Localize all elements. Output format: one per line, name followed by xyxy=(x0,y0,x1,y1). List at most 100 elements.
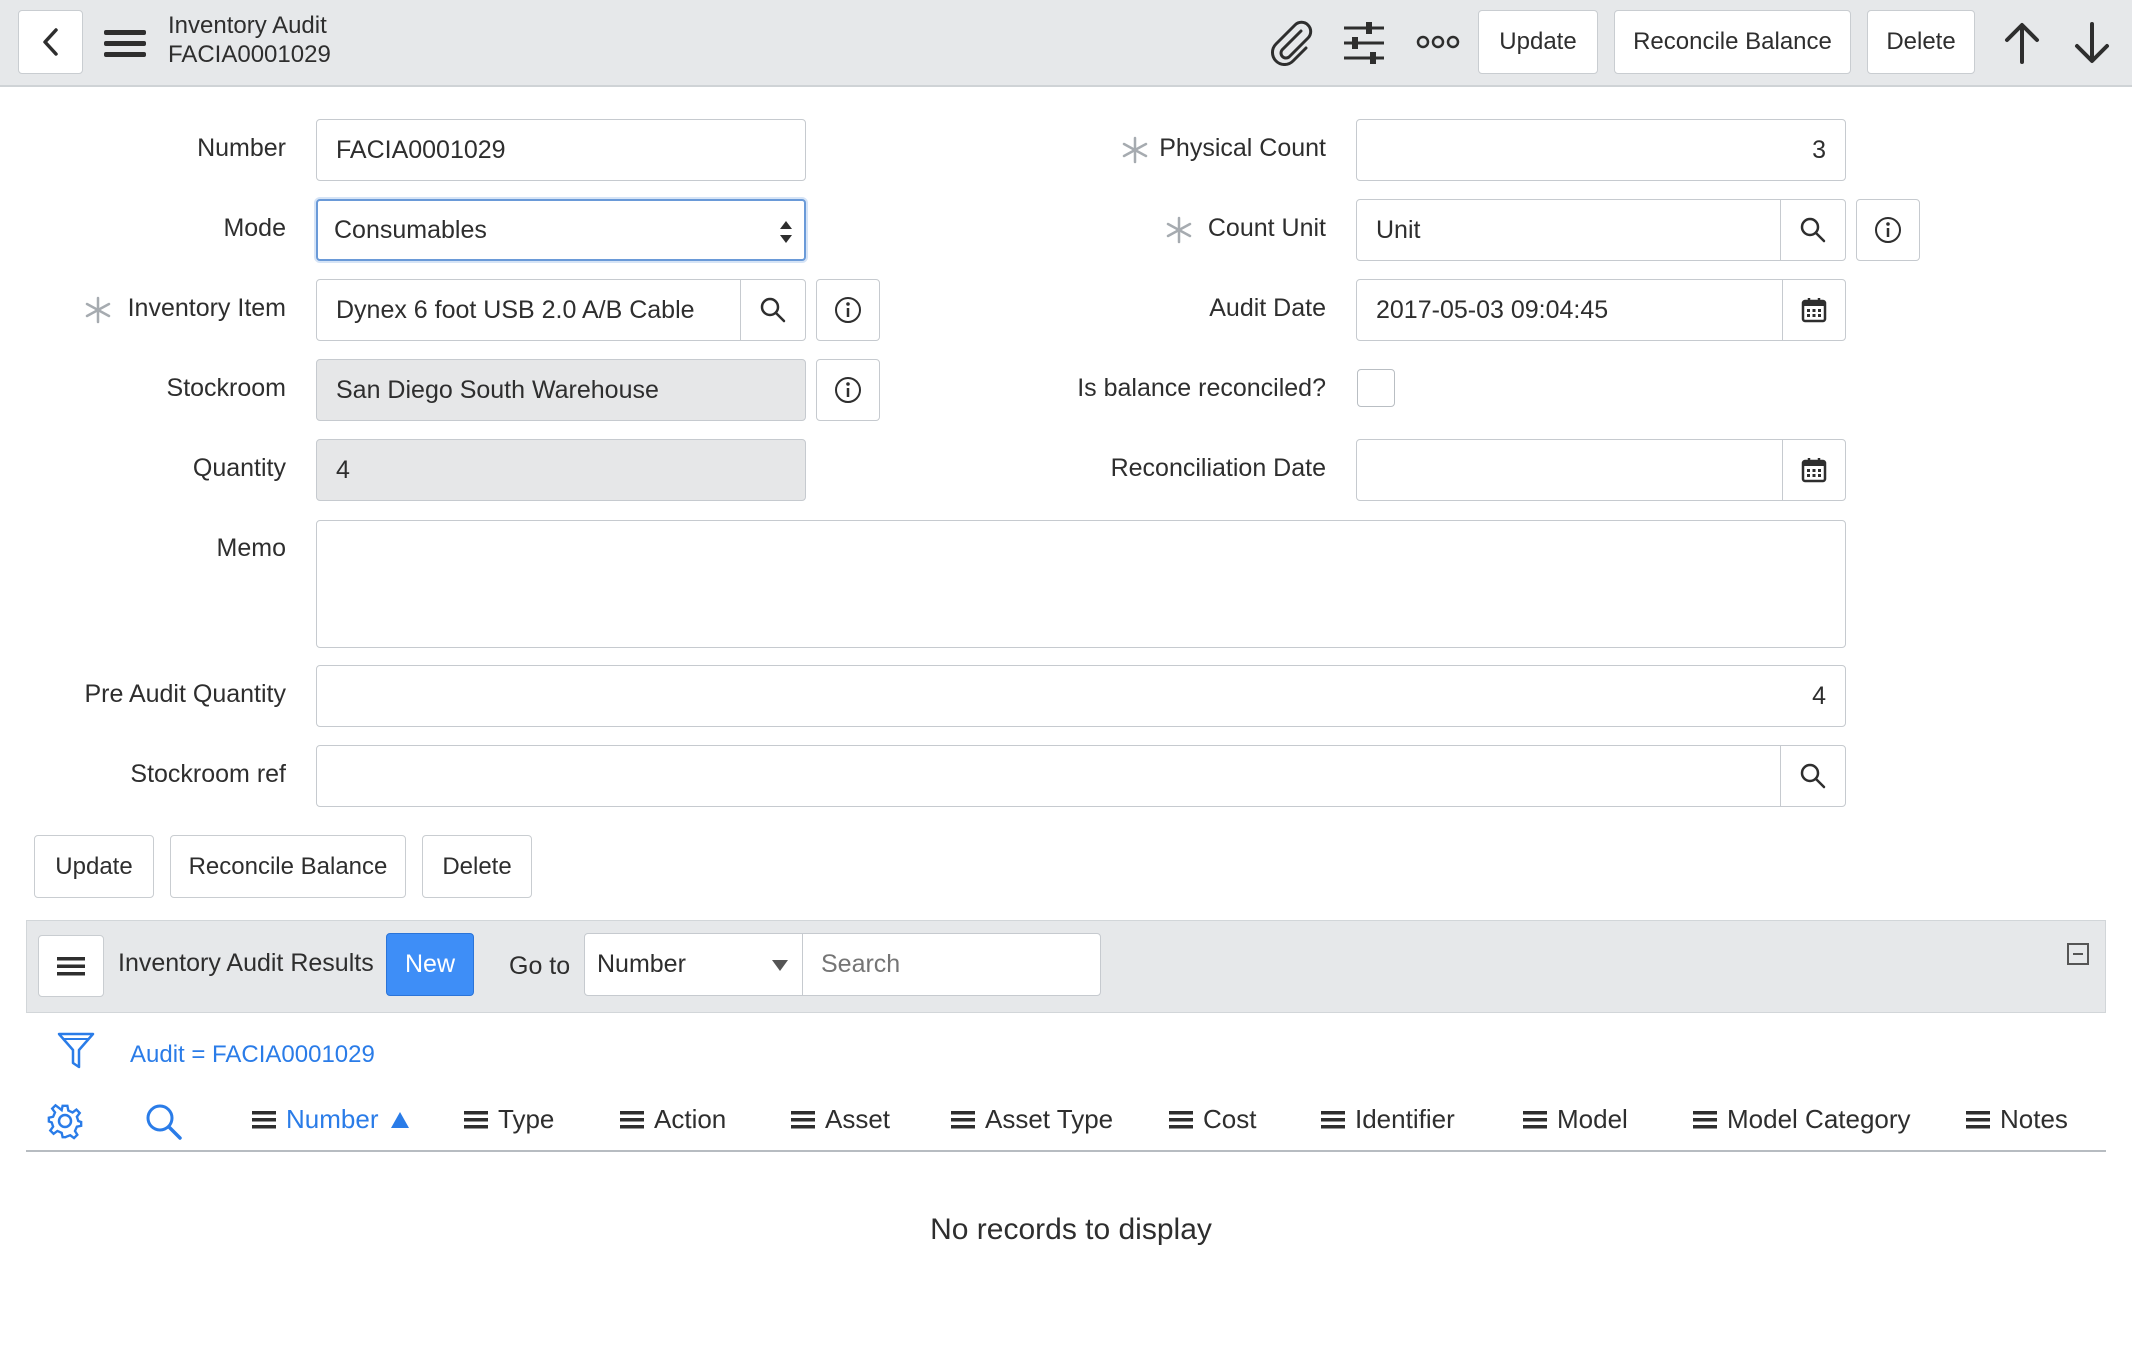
column-header-divider xyxy=(26,1150,2106,1152)
mode-select[interactable]: Consumables xyxy=(316,199,806,261)
pre-audit-quantity-field[interactable]: 4 xyxy=(316,665,1846,727)
form-record-number: FACIA0001029 xyxy=(168,41,331,68)
related-list-search-input[interactable] xyxy=(802,933,1101,996)
collapse-icon[interactable] xyxy=(2066,942,2090,966)
search-icon xyxy=(1800,763,1826,789)
search-icon xyxy=(760,297,786,323)
mode-label: Mode xyxy=(223,214,286,242)
goto-field-select-value: Number xyxy=(597,950,686,978)
related-list-title: Inventory Audit Results xyxy=(118,949,374,977)
column-label: Asset xyxy=(825,1104,891,1134)
empty-list-message: No records to display xyxy=(930,1213,1212,1246)
info-icon xyxy=(835,297,861,323)
calendar-icon xyxy=(1801,458,1827,483)
reconciliation-date-label: Reconciliation Date xyxy=(1110,454,1326,482)
column-menu-icon xyxy=(1966,1110,1990,1128)
count-unit-field[interactable]: Unit xyxy=(1356,199,1782,261)
more-options-icon[interactable] xyxy=(1416,34,1460,50)
column-menu-icon xyxy=(1693,1110,1717,1128)
calendar-icon xyxy=(1801,298,1827,323)
audit-date-label: Audit Date xyxy=(1209,294,1326,322)
column-menu-icon xyxy=(464,1110,488,1128)
column-header-type[interactable]: Type xyxy=(464,1104,554,1135)
reconciliation-date-field[interactable] xyxy=(1356,439,1784,501)
column-header-cost[interactable]: Cost xyxy=(1169,1104,1256,1135)
inventory-item-lookup-button[interactable] xyxy=(740,279,806,341)
column-header-identifier[interactable]: Identifier xyxy=(1321,1104,1455,1135)
form-title: Inventory Audit xyxy=(168,12,327,39)
dropdown-caret-icon xyxy=(772,960,788,971)
form-update-button[interactable]: Update xyxy=(34,835,154,898)
count-unit-label: Count Unit xyxy=(1207,214,1326,242)
goto-field-select[interactable]: Number xyxy=(584,933,804,996)
header-reconcile-balance-button[interactable]: Reconcile Balance xyxy=(1614,10,1851,74)
header-update-button[interactable]: Update xyxy=(1478,10,1598,74)
paperclip-icon[interactable] xyxy=(1268,20,1314,66)
column-label: Notes xyxy=(2000,1104,2068,1134)
new-record-button[interactable]: New xyxy=(386,933,474,996)
memo-label: Memo xyxy=(216,534,286,562)
reconciliation-date-calendar-button[interactable] xyxy=(1782,439,1846,501)
info-icon xyxy=(835,377,861,403)
gear-icon[interactable] xyxy=(46,1102,84,1140)
column-header-model-category[interactable]: Model Category xyxy=(1693,1104,1911,1135)
hamburger-menu-icon xyxy=(57,957,85,976)
physical-count-field[interactable]: 3 xyxy=(1356,119,1846,181)
balance-reconciled-checkbox[interactable] xyxy=(1357,369,1395,407)
mode-select-value: Consumables xyxy=(334,215,487,244)
related-list-menu-button[interactable] xyxy=(38,935,104,997)
goto-label: Go to xyxy=(509,952,571,980)
column-label: Model Category xyxy=(1727,1104,1911,1134)
inventory-item-field[interactable]: Dynex 6 foot USB 2.0 A/B Cable xyxy=(316,279,742,341)
column-header-notes[interactable]: Notes xyxy=(1966,1104,2068,1135)
hamburger-menu-icon[interactable] xyxy=(104,28,146,60)
column-header-action[interactable]: Action xyxy=(620,1104,726,1135)
stockroom-ref-lookup-button[interactable] xyxy=(1780,745,1846,807)
mandatory-asterisk-icon xyxy=(1166,216,1192,244)
count-unit-lookup-button[interactable] xyxy=(1780,199,1846,261)
stockroom-field[interactable]: San Diego South Warehouse xyxy=(316,359,806,421)
quantity-label: Quantity xyxy=(192,454,286,482)
column-header-model[interactable]: Model xyxy=(1523,1104,1628,1135)
count-unit-info-button[interactable] xyxy=(1856,199,1920,261)
physical-count-label: Physical Count xyxy=(1159,134,1326,162)
stockroom-ref-field[interactable] xyxy=(316,745,1782,807)
column-label: Type xyxy=(498,1104,555,1134)
form-reconcile-balance-button[interactable]: Reconcile Balance xyxy=(170,835,406,898)
column-menu-icon xyxy=(1523,1110,1547,1128)
audit-date-field[interactable]: 2017-05-03 09:04:45 xyxy=(1356,279,1784,341)
stockroom-info-button[interactable] xyxy=(816,359,880,421)
column-header-number[interactable]: Number xyxy=(252,1104,410,1135)
column-label: Number xyxy=(286,1104,379,1134)
balance-reconciled-label: Is balance reconciled? xyxy=(1077,374,1326,402)
column-header-asset-type[interactable]: Asset Type xyxy=(951,1104,1113,1135)
filter-funnel-icon[interactable] xyxy=(56,1030,96,1072)
column-menu-icon xyxy=(951,1110,975,1128)
column-menu-icon xyxy=(252,1110,276,1128)
column-label: Asset Type xyxy=(985,1104,1114,1134)
quantity-field[interactable]: 4 xyxy=(316,439,806,501)
filter-breadcrumb-link[interactable]: Audit = FACIA0001029 xyxy=(130,1041,375,1069)
next-record-arrow-down-icon[interactable] xyxy=(2072,22,2112,64)
audit-date-calendar-button[interactable] xyxy=(1782,279,1846,341)
search-icon xyxy=(1800,217,1826,243)
column-header-asset[interactable]: Asset xyxy=(791,1104,890,1135)
column-label: Cost xyxy=(1203,1104,1257,1134)
form-delete-button[interactable]: Delete xyxy=(422,835,532,898)
column-label: Action xyxy=(654,1104,727,1134)
back-button[interactable] xyxy=(18,10,83,74)
inventory-item-label: Inventory Item xyxy=(127,294,286,322)
column-menu-icon xyxy=(1169,1110,1193,1128)
memo-textarea[interactable] xyxy=(316,520,1846,648)
inventory-item-info-button[interactable] xyxy=(816,279,880,341)
column-menu-icon xyxy=(791,1110,815,1128)
stockroom-ref-label: Stockroom ref xyxy=(130,760,286,788)
header-delete-button[interactable]: Delete xyxy=(1867,10,1975,74)
number-field[interactable]: FACIA0001029 xyxy=(316,119,806,181)
pre-audit-quantity-label: Pre Audit Quantity xyxy=(84,680,286,708)
settings-sliders-icon[interactable] xyxy=(1342,22,1386,64)
column-search-icon[interactable] xyxy=(144,1102,184,1142)
column-menu-icon xyxy=(1321,1110,1345,1128)
previous-record-arrow-up-icon[interactable] xyxy=(2002,22,2042,64)
stockroom-label: Stockroom xyxy=(166,374,286,402)
